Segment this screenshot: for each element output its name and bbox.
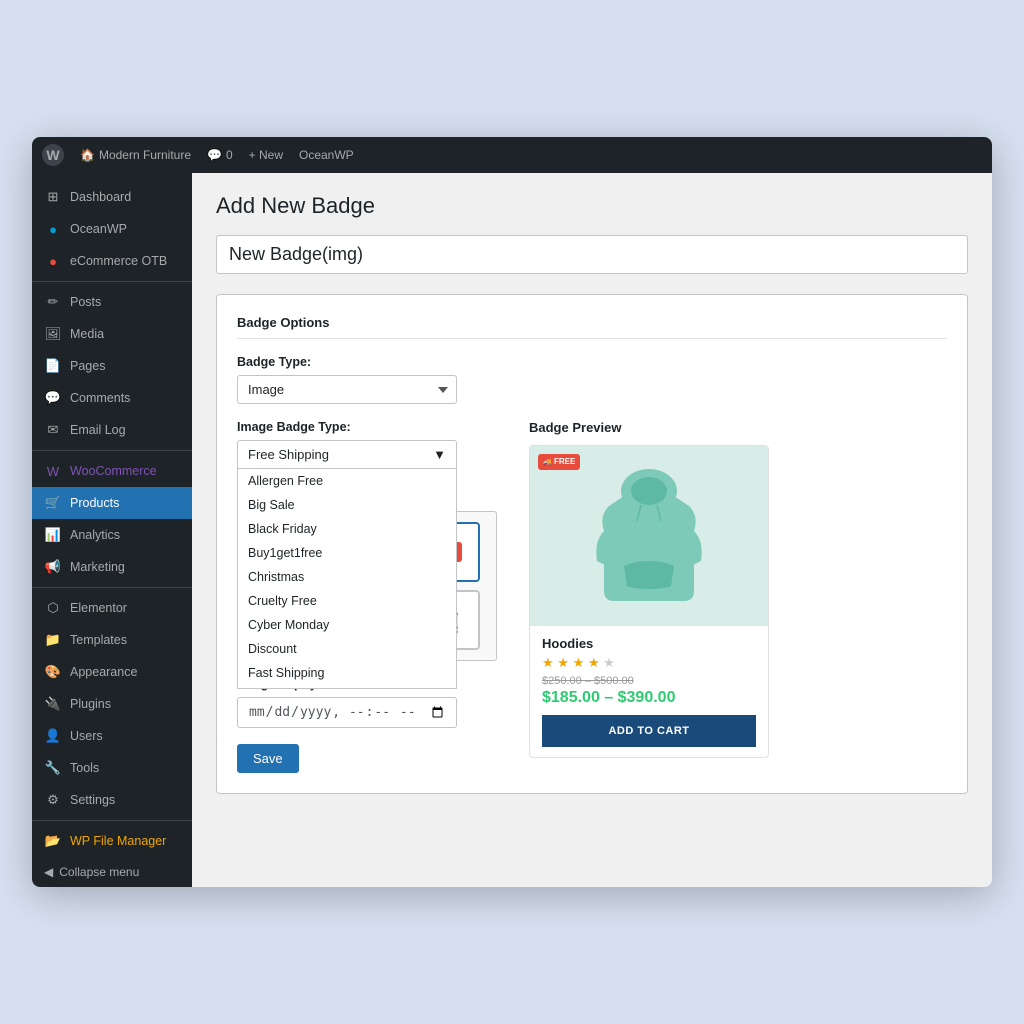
star-2: ★ [557,655,569,670]
add-to-cart-button[interactable]: ADD TO CART [542,715,756,747]
sidebar-item-media[interactable]: 🖼 Media [32,318,192,350]
appearance-icon: 🎨 [44,663,62,681]
image-badge-type-label: Image Badge Type: [237,420,497,434]
star-4: ★ [588,655,600,670]
wp-logo-icon[interactable]: W [42,144,64,166]
pages-icon: 📄 [44,357,62,375]
dropdown-option[interactable]: Discount [238,637,456,661]
sidebar-item-posts[interactable]: ✏ Posts [32,286,192,318]
sidebar-item-comments[interactable]: 💬 Comments [32,382,192,414]
admin-bar: W 🏠 Modern Furniture 💬 0 + New OceanWP [32,137,992,173]
analytics-icon: 📊 [44,526,62,544]
product-stars: ★ ★ ★ ★ ★ [542,655,756,671]
dropdown-list[interactable]: Allergen FreeBig SaleBlack FridayBuy1get… [237,469,457,689]
sidebar-item-users[interactable]: 👤 Users [32,720,192,752]
dropdown-option[interactable]: Big Sale [238,493,456,517]
users-icon: 👤 [44,727,62,745]
badge-preview-section: Badge Preview 🚚 FREE [529,420,769,758]
sidebar-item-tools[interactable]: 🔧 Tools [32,752,192,784]
sidebar-item-email-log[interactable]: ✉ Email Log [32,414,192,446]
sidebar-item-wp-file-manager[interactable]: 📂 WP File Manager [32,825,192,857]
dropdown-option[interactable]: Black Friday [238,517,456,541]
woocommerce-icon: W [44,462,62,480]
elementor-icon: ⬡ [44,599,62,617]
sidebar: ⊞ Dashboard ● OceanWP ● eCommerce OTB ✏ … [32,173,192,887]
product-old-price: $250.00 – $500.00 [542,675,756,687]
sidebar-item-appearance[interactable]: 🎨 Appearance [32,656,192,688]
email-log-icon: ✉ [44,421,62,439]
sidebar-item-pages[interactable]: 📄 Pages [32,350,192,382]
dropdown-option[interactable]: Buy1get1free [238,541,456,565]
star-3: ★ [573,655,585,670]
main-card: Badge Options Badge Type: Text Image Cus… [216,294,968,794]
marketing-icon: 📢 [44,558,62,576]
wp-file-manager-icon: 📂 [44,832,62,850]
two-col-form: Image Badge Type: Free Shipping ▼ Allerg… [237,420,947,773]
dropdown-option[interactable]: Cruelty Free [238,589,456,613]
media-icon: 🖼 [44,325,62,343]
product-info: Hoodies ★ ★ ★ ★ ★ $250.00 – $500.00 [530,626,768,757]
admin-bar-comments[interactable]: 💬 0 [207,148,233,162]
left-col: Image Badge Type: Free Shipping ▼ Allerg… [237,420,497,773]
dropdown-selected-value: Free Shipping [248,447,329,462]
sidebar-item-analytics[interactable]: 📊 Analytics [32,519,192,551]
badge-type-label: Badge Type: [237,355,947,369]
posts-icon: ✏ [44,293,62,311]
ecommerce-otb-icon: ● [44,252,62,270]
save-button-area: Save [237,744,497,773]
page-title: Add New Badge [216,193,968,219]
plugins-icon: 🔌 [44,695,62,713]
badge-truck-small: 🚚 [543,459,552,466]
dropdown-option[interactable]: Fast Shipping [238,661,456,685]
chevron-down-icon: ▼ [433,447,446,462]
product-name: Hoodies [542,636,756,651]
product-card: 🚚 FREE [529,445,769,758]
dashboard-icon: ⊞ [44,188,62,206]
sidebar-item-woocommerce[interactable]: W WooCommerce [32,455,192,487]
sidebar-item-products[interactable]: 🛒 Products [32,487,192,519]
products-icon: 🛒 [44,494,62,512]
sidebar-item-plugins[interactable]: 🔌 Plugins [32,688,192,720]
templates-icon: 📁 [44,631,62,649]
save-button[interactable]: Save [237,744,299,773]
image-badge-type-row: Image Badge Type: Free Shipping ▼ Allerg… [237,420,497,469]
product-image-wrap: 🚚 FREE [530,446,768,626]
admin-bar-theme[interactable]: OceanWP [299,148,354,162]
sidebar-item-elementor[interactable]: ⬡ Elementor [32,592,192,624]
dropdown-option[interactable]: Cyber Monday [238,613,456,637]
star-1: ★ [542,655,554,670]
badge-preview-title: Badge Preview [529,420,769,435]
dropdown-header[interactable]: Free Shipping ▼ [237,440,457,469]
badge-name-input[interactable] [216,235,968,274]
product-badge: 🚚 FREE [538,454,580,470]
sidebar-item-oceanwp[interactable]: ● OceanWP [32,213,192,245]
sidebar-item-marketing[interactable]: 📢 Marketing [32,551,192,583]
badge-type-select[interactable]: Text Image Custom [237,375,457,404]
tools-icon: 🔧 [44,759,62,777]
admin-bar-new[interactable]: + New [249,148,283,162]
sidebar-item-ecommerce-otb[interactable]: ● eCommerce OTB [32,245,192,277]
image-badge-type-dropdown[interactable]: Free Shipping ▼ Allergen FreeBig SaleBla… [237,440,457,469]
comments-icon: 💬 [44,389,62,407]
dropdown-option[interactable]: Christmas [238,565,456,589]
badge-type-row: Badge Type: Text Image Custom [237,355,947,404]
dropdown-option[interactable]: Fathers Day [238,685,456,689]
section-title: Badge Options [237,315,947,339]
star-5: ★ [603,655,615,670]
sidebar-item-templates[interactable]: 📁 Templates [32,624,192,656]
oceanwp-icon: ● [44,220,62,238]
admin-bar-home[interactable]: 🏠 Modern Furniture [80,148,191,162]
expiry-input[interactable] [237,697,457,728]
content-area: Add New Badge Badge Options Badge Type: … [192,173,992,887]
settings-icon: ⚙ [44,791,62,809]
hoodie-image [589,461,709,611]
product-new-price: $185.00 – $390.00 [542,689,756,707]
collapse-menu[interactable]: ◀ Collapse menu [32,857,192,887]
dropdown-option[interactable]: Allergen Free [238,469,456,493]
sidebar-item-settings[interactable]: ⚙ Settings [32,784,192,816]
sidebar-item-dashboard[interactable]: ⊞ Dashboard [32,181,192,213]
